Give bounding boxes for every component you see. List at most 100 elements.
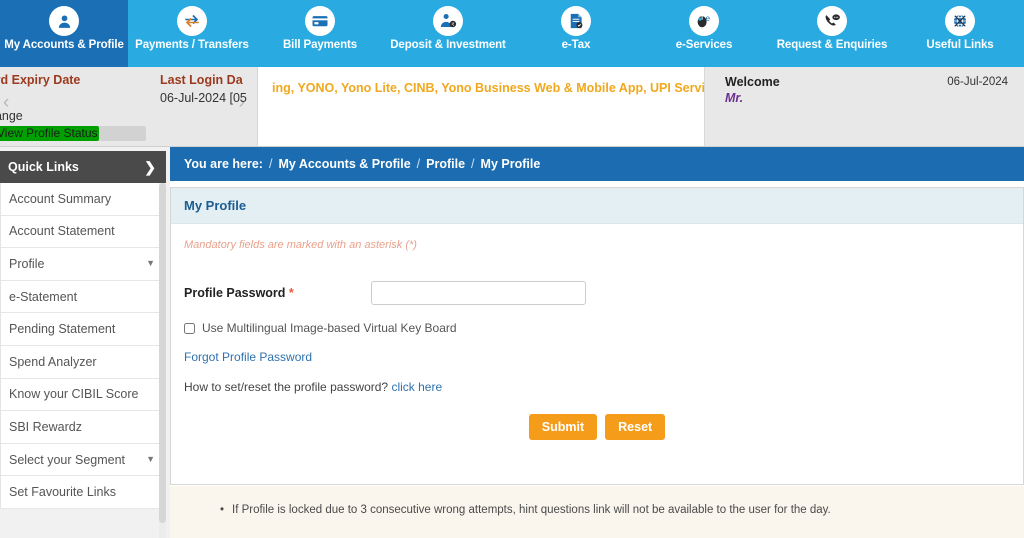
last-login-panel: Last Login Da 06-Jul-2024 [05	[160, 73, 257, 105]
sidebar-item-pending-statement[interactable]: Pending Statement	[1, 313, 165, 346]
chevron-right-icon: ❯	[144, 158, 156, 175]
sidebar-item-label: e-Statement	[9, 289, 78, 304]
sidebar-item-label: Account Statement	[9, 224, 115, 239]
last-login-title: Last Login Da	[160, 73, 243, 87]
phone-icon	[817, 6, 847, 36]
sidebar-item-spend-analyzer[interactable]: Spend Analyzer	[1, 346, 165, 379]
page-body: Quick Links ❯ Account Summary Account St…	[0, 147, 1024, 538]
view-profile-status-label[interactable]: View Profile Status	[0, 126, 98, 141]
breadcrumb-separator: /	[416, 157, 421, 171]
reset-button[interactable]: Reset	[605, 414, 666, 440]
sidebar-item-label: Account Summary	[9, 191, 112, 206]
profile-password-input[interactable]	[371, 281, 586, 305]
sidebar-item-profile[interactable]: Profile ▼	[1, 248, 165, 281]
nav-tab-label: My Accounts & Profile	[4, 39, 124, 51]
nav-tab-label: Request & Enquiries	[776, 39, 888, 51]
chevron-down-icon: ▼	[146, 258, 155, 269]
mouse-icon: e	[689, 6, 719, 36]
submit-button[interactable]: Submit	[528, 414, 598, 440]
nav-tab-payments-transfers[interactable]: Payments / Transfers	[128, 0, 256, 67]
deposit-money-icon: ₹	[433, 6, 463, 36]
welcome-user-name: Mr.	[725, 91, 744, 105]
sidebar-item-label: Profile	[9, 256, 45, 271]
page-title: My Profile	[184, 198, 247, 213]
welcome-panel: Welcome Mr. 06-Jul-2024	[705, 67, 1024, 146]
link-globe-icon	[945, 6, 975, 36]
profile-password-label: Profile Password *	[184, 286, 371, 300]
required-asterisk: *	[288, 286, 294, 300]
form-actions: Submit Reset	[171, 414, 1023, 440]
sidebar-item-label: Spend Analyzer	[9, 354, 97, 369]
current-date: 06-Jul-2024	[947, 76, 1008, 88]
sidebar-item-know-your-cibil-score[interactable]: Know your CIBIL Score	[1, 379, 165, 412]
nav-tab-my-accounts-profile[interactable]: My Accounts & Profile	[0, 0, 128, 67]
chevron-down-icon: ▼	[146, 454, 155, 465]
main-navigation: My Accounts & Profile Payments / Transfe…	[0, 0, 1024, 67]
breadcrumb-separator: /	[268, 157, 273, 171]
ticker-text: ing, YONO, Yono Lite, CINB, Yono Busines…	[272, 81, 705, 95]
sidebar-item-label: Pending Statement	[9, 322, 116, 337]
breadcrumb: You are here: / My Accounts & Profile / …	[170, 147, 1024, 181]
profile-status-progress[interactable]: View Profile Status	[0, 126, 146, 141]
sidebar-item-label: Set Favourite Links	[9, 485, 116, 500]
nav-tab-request-enquiries[interactable]: Request & Enquiries	[768, 0, 896, 67]
nav-tab-label: Bill Payments	[282, 39, 358, 51]
my-profile-panel: My Profile Mandatory fields are marked w…	[170, 187, 1024, 485]
nav-tab-label: Useful Links	[926, 39, 994, 51]
click-here-link[interactable]: click here	[391, 380, 442, 394]
svg-text:₹: ₹	[451, 22, 454, 27]
virtual-keyboard-row: Use Multilingual Image-based Virtual Key…	[171, 321, 1023, 335]
sidebar: Quick Links ❯ Account Summary Account St…	[0, 147, 170, 538]
nav-tab-useful-links[interactable]: Useful Links	[896, 0, 1024, 67]
breadcrumb-item-my-profile[interactable]: My Profile	[481, 157, 541, 171]
user-icon	[49, 6, 79, 36]
virtual-keyboard-checkbox[interactable]	[184, 322, 195, 334]
sidebar-item-label: Know your CIBIL Score	[9, 387, 139, 402]
nav-tab-label: Deposit & Investment	[390, 39, 506, 51]
nav-tab-e-services[interactable]: e e-Services	[640, 0, 768, 67]
panel-header: My Profile	[171, 188, 1023, 224]
sidebar-item-set-favourite-links[interactable]: Set Favourite Links	[1, 476, 165, 509]
card-icon	[305, 6, 335, 36]
sidebar-item-label: SBI Rewardz	[9, 419, 82, 434]
profile-password-label-text: Profile Password	[184, 286, 286, 300]
password-expiry-title: ord Expiry Date	[0, 73, 81, 87]
howto-row: How to set/reset the profile password? c…	[171, 380, 1023, 394]
nav-tab-e-tax[interactable]: e-Tax	[512, 0, 640, 67]
breadcrumb-item-my-accounts-profile[interactable]: My Accounts & Profile	[278, 157, 410, 171]
profile-password-row: Profile Password *	[171, 281, 1023, 305]
nav-tab-deposit-investment[interactable]: ₹ Deposit & Investment	[384, 0, 512, 67]
footer-note: If Profile is locked due to 3 consecutiv…	[170, 486, 1024, 538]
announcement-ticker: ing, YONO, Yono Lite, CINB, Yono Busines…	[258, 67, 705, 146]
breadcrumb-item-profile[interactable]: Profile	[426, 157, 465, 171]
virtual-keyboard-label: Use Multilingual Image-based Virtual Key…	[202, 321, 457, 335]
quick-links-header[interactable]: Quick Links ❯	[0, 151, 166, 183]
transfer-arrows-icon	[177, 6, 207, 36]
forgot-profile-password-link[interactable]: Forgot Profile Password	[171, 350, 1023, 364]
footer-note-text: If Profile is locked due to 3 consecutiv…	[220, 504, 1024, 516]
password-expiry-panel: ord Expiry Date hange View Profile Statu…	[0, 73, 148, 141]
breadcrumb-prefix: You are here:	[184, 157, 263, 171]
sidebar-scrollbar-thumb[interactable]	[159, 183, 166, 523]
profile-status-carousel: ‹ › ord Expiry Date hange View Profile S…	[0, 67, 258, 146]
nav-tab-label: Payments / Transfers	[135, 39, 249, 51]
howto-text: How to set/reset the profile password?	[184, 380, 389, 394]
sidebar-item-label: Select your Segment	[9, 452, 126, 467]
nav-tab-label: e-Tax	[561, 39, 591, 51]
last-login-date: 06-Jul-2024 [05	[160, 91, 247, 105]
sidebar-item-e-statement[interactable]: e-Statement	[1, 281, 165, 314]
quick-links-list: Account Summary Account Statement Profil…	[0, 183, 166, 509]
sidebar-item-sbi-rewardz[interactable]: SBI Rewardz	[1, 411, 165, 444]
tax-document-icon	[561, 6, 591, 36]
svg-text:e: e	[705, 14, 710, 23]
nav-tab-bill-payments[interactable]: Bill Payments	[256, 0, 384, 67]
sidebar-item-account-statement[interactable]: Account Statement	[1, 216, 165, 249]
breadcrumb-separator: /	[471, 157, 475, 171]
sidebar-item-select-your-segment[interactable]: Select your Segment ▼	[1, 444, 165, 477]
sidebar-item-account-summary[interactable]: Account Summary	[1, 183, 165, 216]
main-content: You are here: / My Accounts & Profile / …	[170, 147, 1024, 538]
sidebar-scrollbar[interactable]	[159, 183, 166, 538]
mandatory-fields-note: Mandatory fields are marked with an aste…	[184, 239, 417, 251]
password-change-label: hange	[0, 109, 23, 123]
nav-tab-label: e-Services	[675, 39, 733, 51]
